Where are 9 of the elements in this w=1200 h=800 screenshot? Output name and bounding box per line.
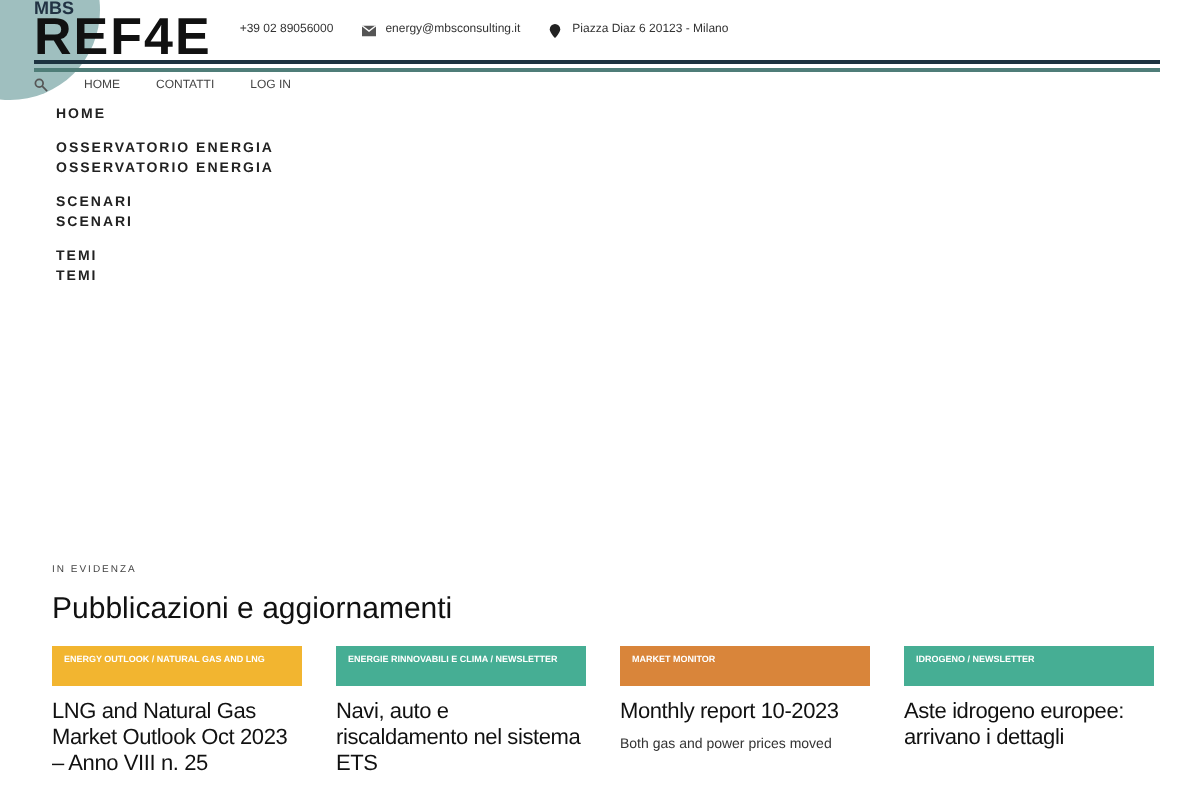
article-title[interactable]: Navi, auto e riscaldamento nel sistema ETS [336,700,586,778]
location-pin-icon [548,23,563,37]
mail-icon [361,23,376,37]
article-title[interactable]: Aste idrogeno europee: arrivano i dettagli [904,700,1154,752]
search-icon[interactable] [34,78,48,92]
article-title[interactable]: Monthly report 10-2023 [620,700,870,726]
article-title[interactable]: LNG and Natural Gas Market Outlook Oct 2023 – Anno VIII n. 25 [52,700,302,778]
logo-subtext: MBS [34,0,74,17]
section-title: Pubblicazioni e aggiornamenti [52,592,455,626]
